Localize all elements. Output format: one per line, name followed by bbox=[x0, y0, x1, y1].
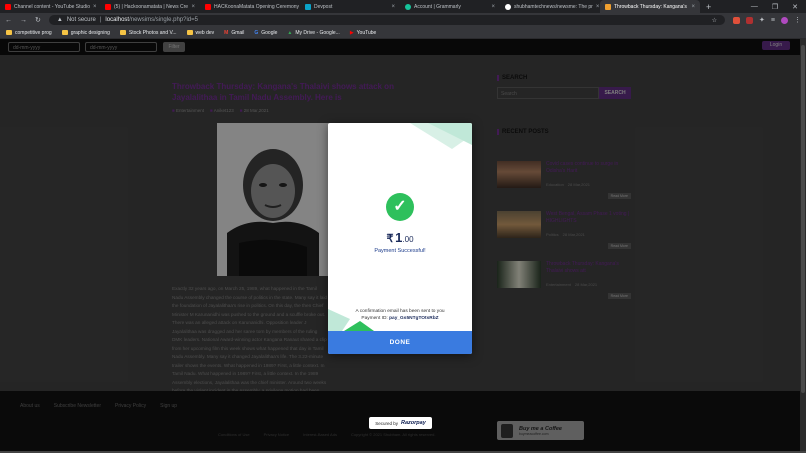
close-window-button[interactable]: ✕ bbox=[792, 3, 798, 11]
github-icon bbox=[505, 3, 511, 10]
url-path: /newsims/single.php?id=5 bbox=[129, 17, 198, 23]
bookmark-item[interactable]: Stock Photos and V... bbox=[119, 30, 177, 36]
browser-tab[interactable]: Account | Grammarly × bbox=[400, 0, 500, 13]
payment-id: pay_Gs5NTgTOtsRbZ bbox=[389, 316, 439, 321]
close-icon[interactable]: × bbox=[93, 4, 97, 10]
reading-list-icon[interactable]: ≡ bbox=[771, 17, 775, 24]
payment-id-label: Payment ID: bbox=[361, 316, 388, 321]
gmail-icon: M bbox=[224, 29, 229, 36]
bookmark-star-icon[interactable]: ☆ bbox=[712, 17, 717, 24]
address-bar[interactable]: ▲ Not secure | localhost/newsims/single.… bbox=[48, 15, 726, 25]
bookmark-item[interactable]: web dev bbox=[186, 30, 214, 36]
menu-icon[interactable]: ⋮ bbox=[794, 16, 801, 24]
browser-tab[interactable]: shubhamtechnews/newsme: The pr × bbox=[500, 0, 600, 13]
youtube-icon: ▶ bbox=[349, 29, 354, 36]
drive-icon: ▲ bbox=[287, 29, 293, 36]
page-content: dd-mm-yyyy dd-mm-yyyy Filter Login Throw… bbox=[0, 39, 806, 453]
close-icon[interactable]: × bbox=[191, 4, 195, 10]
google-icon: G bbox=[254, 29, 259, 36]
youtube-icon bbox=[205, 3, 211, 10]
bookmark-item[interactable]: ▲ My Drive - Google... bbox=[287, 30, 339, 36]
tab-bar: Channel content - YouTube Studio × (5) | … bbox=[0, 0, 806, 13]
close-icon[interactable]: × bbox=[491, 4, 495, 10]
folder-icon bbox=[61, 30, 68, 35]
payment-status: Payment Successful! bbox=[374, 248, 426, 254]
close-icon[interactable]: × bbox=[691, 4, 695, 10]
amount-decimal: .00 bbox=[402, 235, 414, 244]
reload-icon[interactable]: ↻ bbox=[35, 16, 41, 24]
razorpay-logo: Razorpay bbox=[401, 420, 426, 426]
puzzle-icon[interactable]: ✦ bbox=[759, 16, 765, 24]
payment-success-modal: ✓ ₹ 1.00 Payment Successful! A confirmat… bbox=[328, 123, 472, 354]
bookmark-item[interactable]: M Gmail bbox=[224, 30, 244, 36]
bookmark-item[interactable]: competitive prog bbox=[6, 30, 52, 36]
scrollbar-thumb[interactable] bbox=[801, 45, 805, 393]
payment-id-row: Payment ID: pay_Gs5NTgTOtsRbZ bbox=[328, 315, 472, 322]
secured-by-badge: Secured by Razorpay bbox=[369, 417, 432, 429]
youtube-icon bbox=[105, 3, 111, 10]
payment-amount: ₹ 1.00 bbox=[328, 230, 472, 245]
secured-label: Secured by bbox=[375, 420, 398, 426]
maximize-button[interactable]: ❐ bbox=[772, 3, 778, 11]
extension-icon[interactable] bbox=[733, 16, 741, 24]
browser-tab[interactable]: Devpost × bbox=[300, 0, 400, 13]
address-divider: | bbox=[99, 17, 102, 23]
new-tab-button[interactable]: + bbox=[700, 2, 717, 12]
bookmark-item[interactable]: ▶ YouTube bbox=[350, 30, 377, 36]
page-icon bbox=[605, 3, 611, 10]
browser-tab[interactable]: Channel content - YouTube Studio × bbox=[0, 0, 100, 13]
browser-tab[interactable]: (5) | Hackoonamatata | News Cre × bbox=[100, 0, 200, 13]
avatar[interactable] bbox=[781, 16, 788, 24]
folder-icon bbox=[6, 30, 12, 35]
forward-icon[interactable]: → bbox=[20, 17, 27, 24]
url-host: localhost bbox=[105, 17, 130, 23]
close-icon[interactable]: × bbox=[596, 4, 600, 10]
confirmation-text: A confirmation email has been sent to yo… bbox=[355, 309, 445, 314]
grammarly-icon bbox=[405, 3, 411, 10]
bookmark-item[interactable]: graphic designing bbox=[61, 30, 110, 36]
devpost-icon bbox=[305, 3, 311, 10]
bookmarks-bar: competitive prog graphic designing Stock… bbox=[0, 27, 806, 39]
bookmark-item[interactable]: G Google bbox=[254, 30, 277, 36]
warning-icon[interactable]: ▲ bbox=[57, 17, 63, 23]
confirmation-message: A confirmation email has been sent to yo… bbox=[328, 308, 472, 322]
folder-icon bbox=[119, 30, 126, 35]
scrollbar[interactable] bbox=[800, 39, 806, 453]
currency-symbol: ₹ bbox=[386, 233, 394, 245]
extension-icon[interactable] bbox=[746, 16, 754, 24]
folder-icon bbox=[186, 30, 193, 35]
browser-tab[interactable]: HACKoonaMatata Opening Ceremony× bbox=[200, 0, 300, 13]
security-status: Not secure bbox=[66, 17, 96, 23]
extensions: ✦ ≡ ⋮ bbox=[733, 16, 801, 24]
success-check-icon: ✓ bbox=[386, 193, 414, 221]
back-icon[interactable]: ← bbox=[5, 17, 12, 24]
browser-tab-active[interactable]: Throwback Thursday: Kangana's × bbox=[600, 0, 700, 13]
minimize-button[interactable]: — bbox=[751, 3, 758, 11]
browser-toolbar: ← → ↻ ▲ Not secure | localhost/newsims/s… bbox=[0, 13, 806, 27]
window-controls: — ❐ ✕ bbox=[751, 3, 806, 11]
youtube-icon bbox=[5, 3, 11, 10]
done-button[interactable]: DONE bbox=[328, 331, 472, 354]
close-icon[interactable]: × bbox=[391, 4, 395, 10]
